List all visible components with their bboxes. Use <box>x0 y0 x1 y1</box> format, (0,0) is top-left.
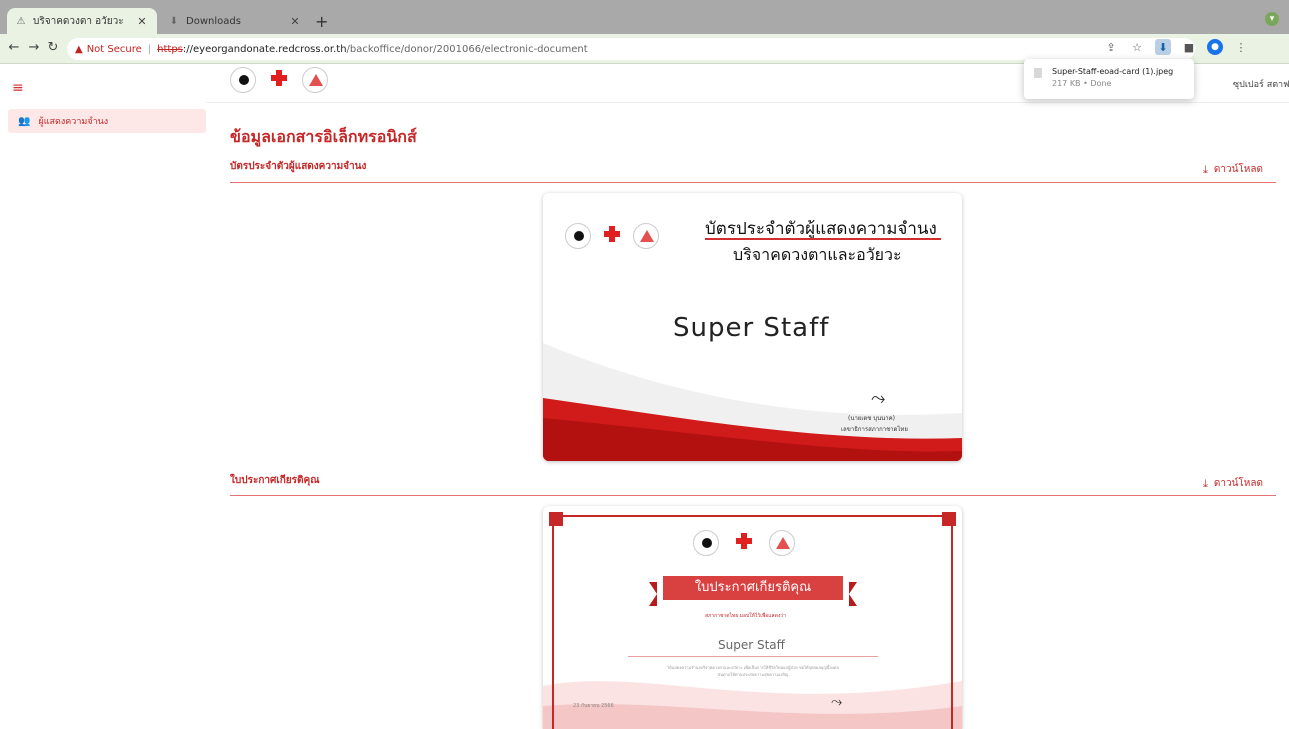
eye-bank-logo <box>230 67 256 93</box>
card-holder-name: Super Staff <box>673 313 830 343</box>
signer-position: เลขาธิการสภากาชาดไทย <box>841 426 908 433</box>
organ-donation-logo <box>769 530 795 556</box>
frame-corner <box>549 512 563 526</box>
web-page: ≡ 👥 ผู้แสดงความจำนง ซุปเปอร์ สตาฟ ข้อมูล… <box>0 65 1289 729</box>
user-name[interactable]: ซุปเปอร์ สตาฟ <box>1233 77 1289 91</box>
donor-card-preview: บัตรประจำตัวผู้แสดงความจำนง บริจาคดวงตาแ… <box>543 193 962 461</box>
url-path: /backoffice/donor/2001066/electronic-doc… <box>346 43 588 55</box>
new-tab-button[interactable]: + <box>315 12 328 31</box>
card-subheading: บริจาคดวงตาและอวัยวะ <box>733 245 902 264</box>
sidebar-item-donors[interactable]: 👥 ผู้แสดงความจำนง <box>8 109 206 133</box>
profile-avatar-icon[interactable]: ● <box>1207 39 1223 55</box>
section-title-card: บัตรประจำตัวผู้แสดงความจำนง <box>230 161 367 172</box>
organ-donation-logo <box>633 223 659 249</box>
download-status: 217 KB • Done <box>1052 79 1112 88</box>
section-divider <box>230 182 1276 183</box>
toolbar-icons: ⇪ ☆ ⬇ ■ ● ⋮ <box>1103 39 1249 55</box>
red-cross-logo <box>266 67 292 93</box>
header-divider <box>206 102 1289 103</box>
people-icon: 👥 <box>18 115 31 127</box>
download-label: ดาวน์โหลด <box>1213 164 1264 175</box>
download-icon: ⤓ <box>1203 162 1208 176</box>
sidebar-item-label: ผู้แสดงความจำนง <box>38 117 109 127</box>
eye-bank-logo <box>693 530 719 556</box>
section-title-certificate: ใบประกาศเกียรติคุณ <box>230 475 320 486</box>
download-label: ดาวน์โหลด <box>1213 478 1264 489</box>
address-bar[interactable]: ▲ Not Secure | https ://eyeorgandonate.r… <box>67 38 1195 60</box>
back-icon[interactable]: ← <box>6 40 22 55</box>
tab-search-icon[interactable]: ▾ <box>1265 12 1279 26</box>
certificate-recipient-name: Super Staff <box>718 638 785 652</box>
page-title: ข้อมูลเอกสารอิเล็กทรอนิกส์ <box>230 127 417 146</box>
url-scheme: https <box>157 43 183 55</box>
certificate-body-text: ได้แสดงความจำนงบริจาคดวงตาและอวัยวะ เพื่… <box>667 665 839 677</box>
download-icon: ⤓ <box>1203 476 1208 490</box>
divider: | <box>147 43 152 55</box>
download-favicon-icon: ⬇ <box>169 15 179 27</box>
certificate-intro: สภากาชาดไทย มอบให้ไว้เพื่อแสดงว่า <box>705 613 786 619</box>
card-heading-underline <box>705 238 941 240</box>
certificate-name-line <box>628 656 878 657</box>
download-card-button[interactable]: ⤓ ดาวน์โหลด <box>1203 162 1263 177</box>
side-panel-icon[interactable]: ■ <box>1181 39 1197 55</box>
signature-icon: ⤳ <box>831 694 843 710</box>
tab-eye-organ-donate[interactable]: ⚠ บริจาคดวงตา อวัยวะ ✕ <box>7 8 157 34</box>
share-icon[interactable]: ⇪ <box>1103 39 1119 55</box>
download-certificate-button[interactable]: ⤓ ดาวน์โหลด <box>1203 476 1263 491</box>
hamburger-menu-icon[interactable]: ≡ <box>12 80 24 96</box>
downloads-icon[interactable]: ⬇ <box>1155 39 1171 55</box>
tab-label: Downloads <box>186 15 241 27</box>
bookmark-star-icon[interactable]: ☆ <box>1129 39 1145 55</box>
browser-tab-bar: ⚠ บริจาคดวงตา อวัยวะ ✕ ⬇ Downloads ✕ + ▾ <box>0 0 1289 34</box>
red-cross-logo <box>599 223 625 249</box>
tab-downloads[interactable]: ⬇ Downloads ✕ <box>160 8 310 34</box>
signature-icon: ⤳ <box>871 388 886 409</box>
download-bubble[interactable]: Super-Staff-eoad-card (1).jpeg 217 KB • … <box>1024 59 1194 99</box>
close-tab-icon[interactable]: ✕ <box>288 15 302 28</box>
forward-icon[interactable]: → <box>26 40 42 55</box>
certificate-banner: ใบประกาศเกียรติคุณ <box>649 576 857 606</box>
certificate-preview: ใบประกาศเกียรติคุณ สภากาชาดไทย มอบให้ไว้… <box>543 506 962 729</box>
red-cross-logo <box>731 530 757 556</box>
header-logos <box>230 67 328 93</box>
url-host: ://eyeorgandonate.redcross.or.th <box>182 43 347 55</box>
tab-label: บริจาคดวงตา อวัยวะ <box>33 15 124 27</box>
certificate-date: 23 กันยายน 2566 <box>573 703 614 709</box>
more-menu-icon[interactable]: ⋮ <box>1233 39 1249 55</box>
file-icon <box>1034 68 1042 78</box>
frame-corner <box>942 512 956 526</box>
certificate-logos <box>693 530 795 556</box>
site-favicon-icon: ⚠ <box>16 15 26 27</box>
security-status[interactable]: Not Secure <box>87 44 142 55</box>
warning-icon: ▲ <box>75 43 83 55</box>
card-logos <box>565 223 659 249</box>
downloaded-file-name[interactable]: Super-Staff-eoad-card (1).jpeg <box>1052 67 1184 76</box>
organ-donation-logo <box>302 67 328 93</box>
close-tab-icon[interactable]: ✕ <box>135 15 149 28</box>
signer-name: (นายเตช บุนนาค) <box>848 415 895 422</box>
eye-bank-logo <box>565 223 591 249</box>
section-divider <box>230 495 1276 496</box>
reload-icon[interactable]: ↻ <box>45 40 61 55</box>
